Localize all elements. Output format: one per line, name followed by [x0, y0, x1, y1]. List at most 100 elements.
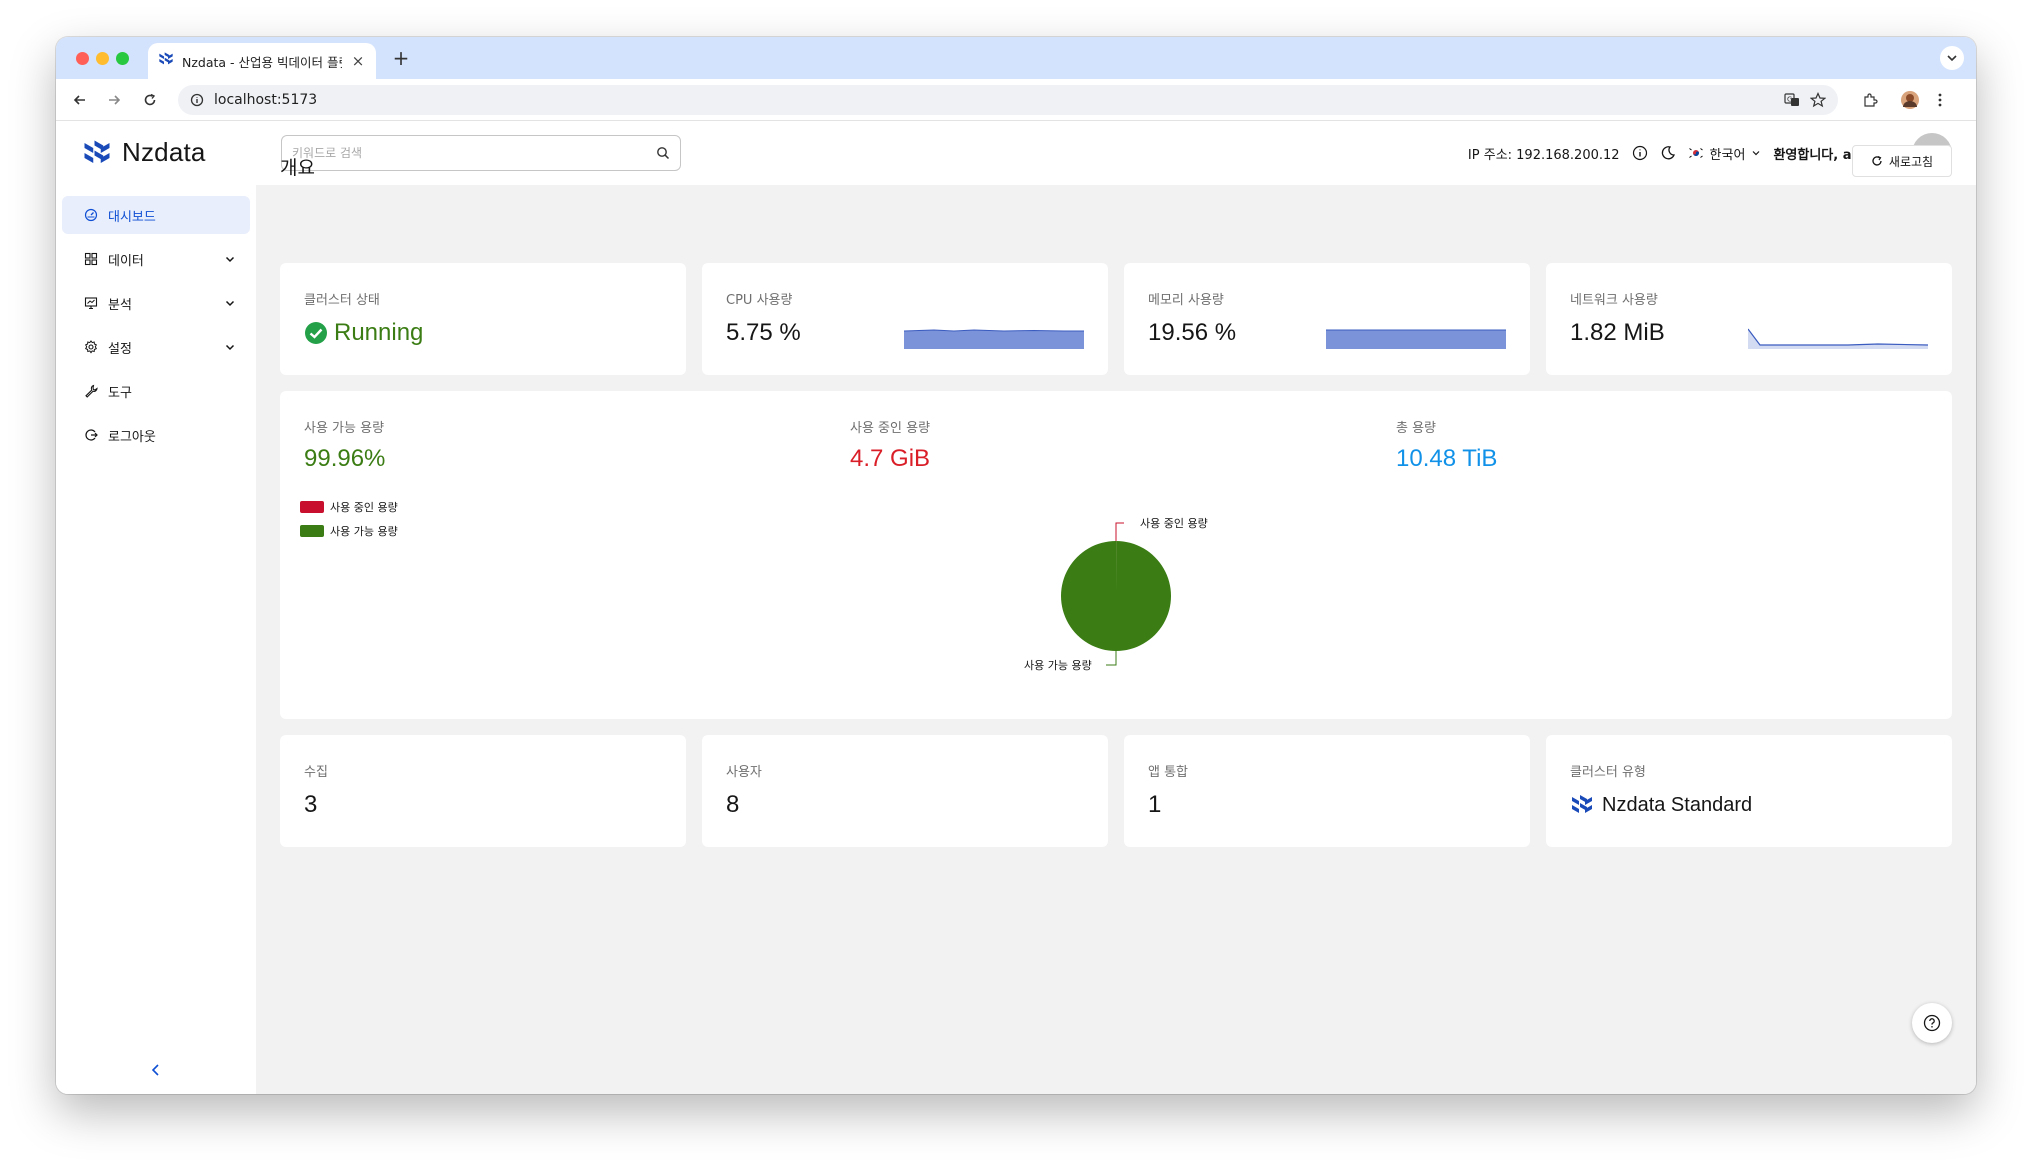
network-sparkline: [1748, 328, 1928, 349]
browser-toolbar: localhost:5173 G: [56, 79, 1976, 121]
ip-address: IP 주소: 192.168.200.12: [1467, 147, 1620, 163]
card-label: 앱 통합: [1148, 765, 1189, 780]
collection-count: 3: [304, 791, 318, 818]
sidebar-item-label: 대시보드: [108, 209, 156, 225]
site-info-icon[interactable]: [190, 93, 204, 107]
app-header: Nzdata IP 주소: 192.168.200.12 한국어 환영합니다, …: [56, 121, 1976, 185]
translate-icon[interactable]: G: [1784, 92, 1800, 108]
refresh-icon: [1872, 155, 1882, 166]
capacity-pie-chart: 사용 중인 용량 사용 가능 용량: [1024, 517, 1208, 672]
dark-mode-moon-icon[interactable]: [1660, 145, 1676, 161]
extensions-button[interactable]: [1858, 88, 1882, 112]
help-button[interactable]: [1912, 1003, 1952, 1043]
sidebar: 대시보드 데이터 분석 설정 도구 로그아웃: [56, 185, 256, 1094]
refresh-button[interactable]: 새로고침: [1852, 145, 1952, 177]
sidebar-item-logout[interactable]: 로그아웃: [62, 416, 250, 454]
pie-label-used: 사용 중인 용량: [1140, 517, 1208, 530]
logout-icon: [85, 429, 98, 441]
search-box: [281, 135, 681, 171]
profile-avatar-button[interactable]: [1898, 88, 1922, 112]
card-label: CPU 사용량: [726, 293, 793, 308]
storage-capacity-card: 사용 가능 용량 99.96% 사용 중인 용량 4.7 GiB 총 용량 10…: [280, 391, 1952, 719]
puzzle-icon: [1864, 93, 1878, 107]
cluster-type-text: Nzdata Standard: [1602, 793, 1753, 816]
forward-button[interactable]: [102, 88, 126, 112]
tab-search-button[interactable]: [1940, 46, 1964, 70]
close-window-button[interactable]: [76, 52, 89, 65]
profile-icon: [1901, 91, 1919, 109]
bookmark-star-icon[interactable]: [1810, 92, 1826, 108]
chevron-down-icon: [225, 300, 235, 307]
sidebar-item-label: 분석: [108, 297, 132, 313]
tab-close-icon[interactable]: ×: [350, 52, 366, 70]
card-label: 수집: [304, 765, 328, 780]
collection-card: 수집 3: [280, 735, 686, 847]
search-input[interactable]: [292, 146, 656, 160]
browser-menu-button[interactable]: [1928, 88, 1952, 112]
app-integration-card: 앱 통합 1: [1124, 735, 1530, 847]
app-root: Nzdata IP 주소: 192.168.200.12 한국어 환영합니다, …: [56, 121, 1976, 1094]
refresh-label: 새로고침: [1888, 154, 1934, 169]
sidebar-item-data[interactable]: 데이터: [62, 240, 250, 278]
address-bar[interactable]: localhost:5173 G: [178, 85, 1838, 115]
back-button[interactable]: [68, 88, 92, 112]
reload-button[interactable]: [138, 88, 162, 112]
gear-icon: [85, 340, 97, 354]
korea-flag-icon: [1687, 147, 1704, 159]
sidebar-item-analysis[interactable]: 분석: [62, 284, 250, 322]
chevron-down-icon: [225, 256, 235, 263]
chevron-down-icon: [1753, 151, 1760, 156]
minimize-window-button[interactable]: [96, 52, 109, 65]
info-icon[interactable]: [1632, 145, 1648, 161]
card-label: 네트워크 사용량: [1570, 293, 1658, 308]
search-icon[interactable]: [656, 146, 670, 160]
cpu-sparkline: [904, 329, 1084, 349]
card-label: 클러스터 유형: [1570, 765, 1646, 780]
help-question-icon: [1923, 1014, 1941, 1032]
pie-label-available: 사용 가능 용량: [1024, 659, 1092, 672]
card-label: 사용자: [726, 765, 762, 780]
grid-icon: [84, 252, 98, 266]
cpu-usage-value: 5.75 %: [726, 319, 801, 346]
check-circle-icon: [305, 322, 327, 344]
browser-window: Nzdata - 산업용 빅데이터 플랫폼 × + localhost:5173…: [56, 37, 1976, 1094]
card-label: 클러스터 상태: [304, 293, 380, 308]
page-title: 개요: [280, 157, 315, 179]
network-usage-value: 1.82 MiB: [1570, 319, 1665, 346]
sidebar-item-label: 데이터: [108, 253, 144, 269]
chevron-down-icon: [1947, 55, 1957, 62]
arrow-right-icon: [109, 95, 121, 105]
memory-usage-card: 메모리 사용량 19.56 %: [1124, 263, 1530, 375]
tab-strip: Nzdata - 산업용 빅데이터 플랫폼 × +: [56, 37, 1976, 79]
brand-logo[interactable]: Nzdata: [82, 137, 206, 168]
sidebar-item-label: 로그아웃: [108, 429, 156, 445]
nzdata-logo-icon: [1572, 795, 1592, 813]
used-leader-line: [1115, 522, 1124, 541]
browser-tab[interactable]: Nzdata - 산업용 빅데이터 플랫폼 ×: [148, 43, 376, 79]
tab-favicon-icon: [158, 51, 174, 71]
cluster-status-text: Running: [334, 319, 424, 346]
nzdata-logo-icon: [84, 140, 110, 163]
cluster-status-value: Running: [304, 319, 423, 347]
users-count: 8: [726, 791, 740, 818]
sidebar-item-tools[interactable]: 도구: [62, 372, 250, 410]
chevron-down-icon: [225, 344, 235, 351]
cpu-usage-card: CPU 사용량 5.75 %: [702, 263, 1108, 375]
sidebar-item-settings[interactable]: 설정: [62, 328, 250, 366]
cluster-status-card: 클러스터 상태 Running: [280, 263, 686, 375]
memory-usage-value: 19.56 %: [1148, 319, 1237, 346]
tab-title: Nzdata - 산업용 빅데이터 플랫폼: [182, 54, 342, 70]
url-text: localhost:5173: [214, 92, 318, 108]
sidebar-item-label: 설정: [108, 341, 132, 357]
collapse-sidebar-button[interactable]: [144, 1058, 168, 1082]
sidebar-item-dashboard[interactable]: 대시보드: [62, 196, 250, 234]
pie-slices: [1061, 541, 1172, 651]
reload-icon: [144, 93, 156, 106]
sidebar-item-label: 도구: [108, 385, 132, 401]
dashboard-icon: [84, 208, 98, 222]
maximize-window-button[interactable]: [116, 52, 129, 65]
app-integration-count: 1: [1148, 791, 1162, 818]
language-selector[interactable]: 한국어: [1687, 144, 1762, 163]
cluster-type-value: Nzdata Standard: [1570, 793, 1752, 817]
new-tab-button[interactable]: +: [390, 47, 412, 69]
